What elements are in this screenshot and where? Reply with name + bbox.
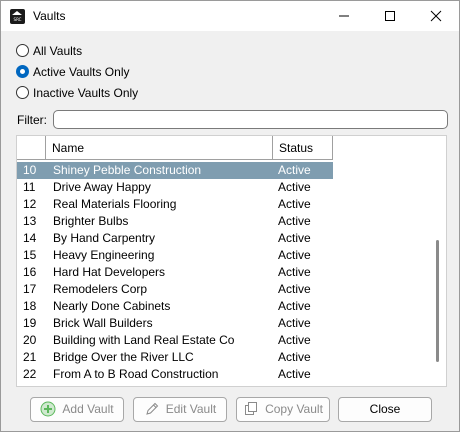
vault-name: Brighter Bulbs: [53, 214, 129, 228]
vault-name: Building with Land Real Estate Co: [53, 333, 235, 347]
vertical-scrollbar[interactable]: [430, 136, 446, 386]
vault-status: Active: [278, 299, 311, 313]
table-row[interactable]: 17 Remodelers Corp Active: [17, 281, 333, 298]
vault-name: Drive Away Happy: [53, 180, 151, 194]
vaults-window: SRC Vaults All Vaults Active Vaults Only…: [0, 0, 460, 432]
table-row[interactable]: 13 Brighter Bulbs Active: [17, 213, 333, 230]
row-id: 17: [23, 282, 37, 296]
table-row[interactable]: 15 Heavy Engineering Active: [17, 247, 333, 264]
vault-name: From A to B Road Construction: [53, 367, 219, 381]
grid-header: Name Status: [17, 136, 333, 160]
plus-circle-icon: [40, 401, 56, 417]
column-header-name[interactable]: Name: [46, 136, 273, 160]
row-id: 15: [23, 248, 37, 262]
table-row[interactable]: 20 Building with Land Real Estate Co Activ…: [17, 332, 333, 349]
vault-name: Shiney Pebble Construction: [53, 163, 202, 177]
vault-status: Active: [278, 197, 311, 211]
table-row[interactable]: 14 By Hand Carpentry Active: [17, 230, 333, 247]
row-id: 11: [23, 180, 36, 194]
close-label: Close: [369, 402, 401, 417]
close-button[interactable]: Close: [338, 397, 432, 422]
row-id: 20: [23, 333, 37, 347]
vault-status: Active: [278, 163, 311, 177]
vault-status: Active: [278, 333, 311, 347]
copy-vault-button[interactable]: Copy Vault: [236, 397, 330, 422]
radio-label: All Vaults: [33, 44, 83, 58]
radio-label: Active Vaults Only: [33, 65, 130, 79]
vault-status: Active: [278, 350, 311, 364]
vault-status: Active: [278, 316, 311, 330]
copy-vault-label: Copy Vault: [265, 402, 323, 417]
filter-label: Filter:: [17, 113, 47, 127]
vault-name: Nearly Done Cabinets: [53, 299, 171, 313]
vaults-grid[interactable]: Name Status 10 Shiney Pebble Construction…: [16, 135, 447, 387]
app-icon-text: SRC: [13, 17, 22, 22]
table-row[interactable]: 21 Bridge Over the River LLC Active: [17, 349, 333, 366]
copy-icon: [245, 401, 258, 415]
filter-input[interactable]: [53, 110, 448, 129]
table-row[interactable]: 10 Shiney Pebble Construction Active: [17, 162, 333, 179]
edit-vault-button[interactable]: Edit Vault: [133, 397, 227, 422]
vault-status: Active: [278, 231, 311, 245]
scrollbar-thumb[interactable]: [436, 240, 439, 362]
vault-name: Brick Wall Builders: [53, 316, 153, 330]
pencil-icon: [146, 402, 158, 415]
close-window-button[interactable]: [413, 1, 459, 31]
title-bar[interactable]: SRC Vaults: [1, 1, 459, 31]
radio-button[interactable]: [16, 86, 29, 99]
vault-name: Bridge Over the River LLC: [53, 350, 194, 364]
vault-status: Active: [278, 367, 311, 381]
maximize-button[interactable]: [367, 1, 413, 31]
edit-vault-label: Edit Vault: [165, 402, 217, 417]
row-id: 12: [23, 197, 37, 211]
vault-status: Active: [278, 214, 311, 228]
grid-rows: 10 Shiney Pebble Construction Active 11 Driv…: [17, 162, 333, 383]
vault-name: Hard Hat Developers: [53, 265, 166, 279]
row-id: 19: [23, 316, 37, 330]
maximize-icon: [385, 11, 395, 21]
vault-name: Remodelers Corp: [53, 282, 148, 296]
row-id: 22: [23, 367, 37, 381]
table-row[interactable]: 19 Brick Wall Builders Active: [17, 315, 333, 332]
minimize-icon: [339, 15, 349, 17]
vault-status: Active: [278, 180, 311, 194]
radio-button[interactable]: [16, 44, 29, 57]
radio-button[interactable]: [16, 65, 29, 78]
add-vault-label: Add Vault: [62, 402, 114, 417]
row-id: 10: [23, 163, 37, 177]
add-vault-button[interactable]: Add Vault: [30, 397, 124, 422]
vault-status: Active: [278, 282, 311, 296]
row-id: 13: [23, 214, 37, 228]
table-row[interactable]: 22 From A to B Road Construction Active: [17, 366, 333, 383]
row-id: 16: [23, 265, 37, 279]
vault-name: Heavy Engineering: [53, 248, 155, 262]
row-header-column[interactable]: [17, 136, 46, 160]
radio-label: Inactive Vaults Only: [33, 86, 139, 100]
table-row[interactable]: 18 Nearly Done Cabinets Active: [17, 298, 333, 315]
row-id: 14: [23, 231, 37, 245]
minimize-button[interactable]: [321, 1, 367, 31]
table-row[interactable]: 11 Drive Away Happy Active: [17, 179, 333, 196]
row-id: 18: [23, 299, 37, 313]
window-title: Vaults: [33, 9, 66, 23]
vault-status: Active: [278, 248, 311, 262]
row-id: 21: [23, 350, 37, 364]
table-row[interactable]: 12 Real Materials Flooring Active: [17, 196, 333, 213]
vault-name: Real Materials Flooring: [53, 197, 177, 211]
column-header-status[interactable]: Status: [273, 136, 333, 160]
close-icon: [430, 10, 442, 22]
app-icon: SRC: [10, 9, 25, 24]
table-row[interactable]: 16 Hard Hat Developers Active: [17, 264, 333, 281]
vault-status: Active: [278, 265, 311, 279]
vault-name: By Hand Carpentry: [53, 231, 156, 245]
